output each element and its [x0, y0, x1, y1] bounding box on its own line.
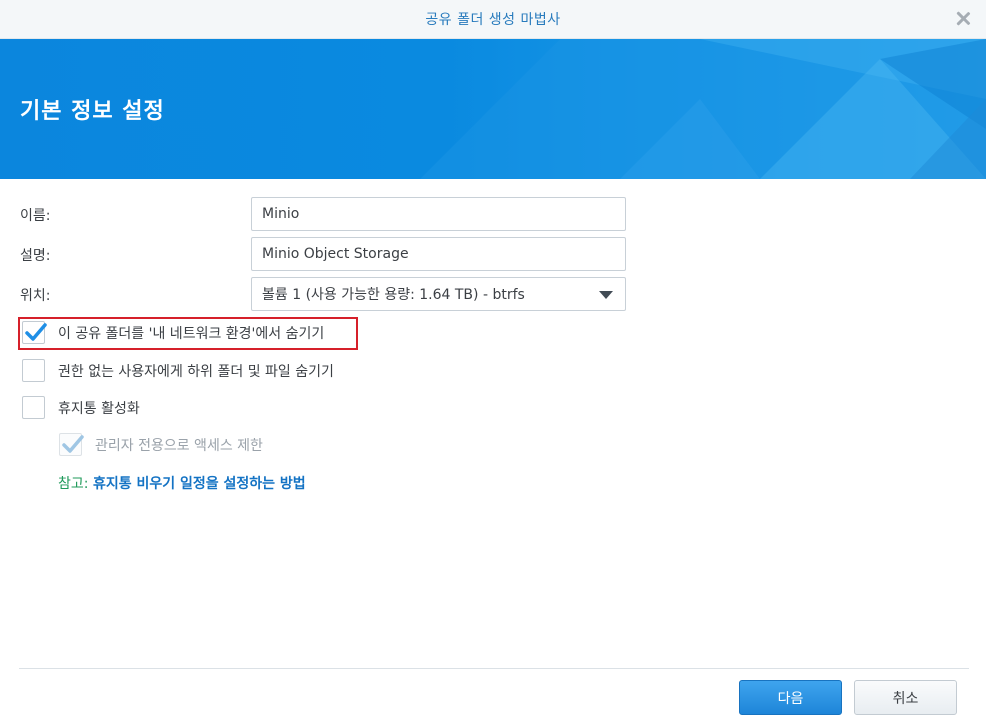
- hide-in-network-option[interactable]: 이 공유 폴더를 '내 네트워크 환경'에서 숨기기: [22, 321, 324, 344]
- admin-only-option: 관리자 전용으로 액세스 제한: [59, 433, 263, 456]
- hide-subfolders-checkbox[interactable]: [22, 359, 45, 382]
- close-icon[interactable]: [952, 8, 974, 30]
- recycle-bin-option[interactable]: 휴지통 활성화: [22, 396, 140, 419]
- checkmark-icon: [25, 323, 47, 341]
- hide-subfolders-option[interactable]: 권한 없는 사용자에게 하위 폴더 및 파일 숨기기: [22, 359, 334, 382]
- hide-in-network-label: 이 공유 폴더를 '내 네트워크 환경'에서 숨기기: [58, 325, 325, 342]
- location-select[interactable]: 볼륨 1 (사용 가능한 용량: 1.64 TB) - btrfs: [251, 277, 626, 311]
- note-prefix: 참고:: [58, 476, 89, 492]
- cancel-button[interactable]: 취소: [854, 680, 957, 715]
- header-banner: 기본 정보 설정: [0, 39, 986, 179]
- recycle-bin-label: 휴지통 활성화: [58, 400, 140, 417]
- name-input[interactable]: Minio: [251, 197, 626, 231]
- next-button[interactable]: 다음: [739, 680, 842, 715]
- name-label: 이름:: [20, 208, 51, 224]
- recycle-bin-checkbox[interactable]: [22, 396, 45, 419]
- description-label: 설명:: [20, 248, 51, 264]
- chevron-down-icon[interactable]: [599, 291, 613, 299]
- location-select-value: 볼륨 1 (사용 가능한 용량: 1.64 TB) - btrfs: [262, 287, 525, 303]
- title-bar: 공유 폴더 생성 마법사: [0, 0, 986, 39]
- checkmark-icon: [62, 435, 84, 453]
- description-input[interactable]: Minio Object Storage: [251, 237, 626, 271]
- location-label: 위치:: [20, 288, 51, 304]
- page-heading: 기본 정보 설정: [20, 99, 165, 124]
- footer-divider: [19, 668, 969, 669]
- admin-only-label: 관리자 전용으로 액세스 제한: [95, 437, 263, 454]
- recycle-bin-schedule-link[interactable]: 휴지통 비우기 일정을 설정하는 방법: [93, 476, 306, 492]
- window-title: 공유 폴더 생성 마법사: [425, 12, 561, 28]
- hide-in-network-checkbox[interactable]: [22, 321, 47, 344]
- recycle-bin-note: 참고: 휴지통 비우기 일정을 설정하는 방법: [58, 473, 306, 493]
- hide-subfolders-label: 권한 없는 사용자에게 하위 폴더 및 파일 숨기기: [58, 363, 334, 380]
- admin-only-checkbox: [59, 433, 84, 456]
